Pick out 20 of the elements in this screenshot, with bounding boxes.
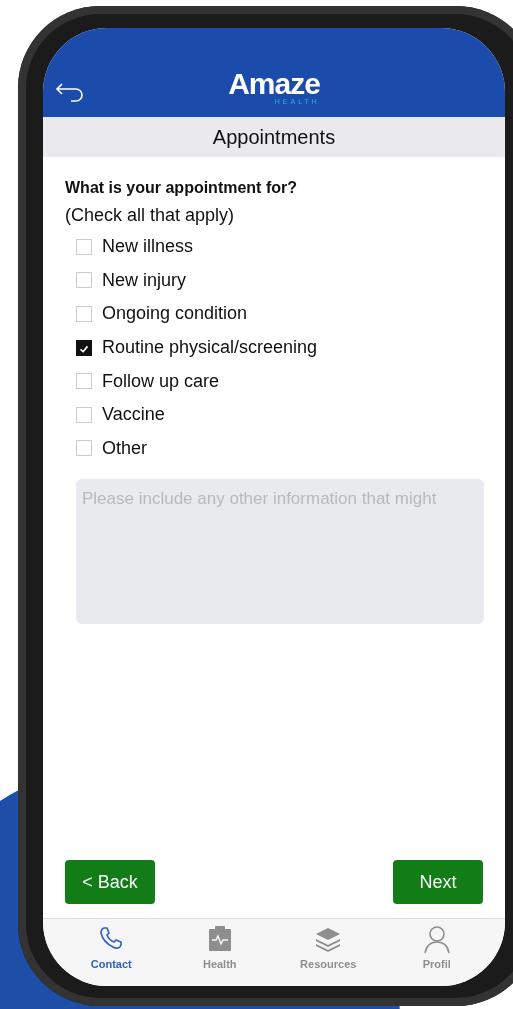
layers-icon xyxy=(314,925,343,953)
option-label: New injury xyxy=(102,269,187,291)
option-label: New illness xyxy=(102,236,194,258)
back-button[interactable]: < Back xyxy=(65,860,155,904)
tab-item[interactable]: Resources xyxy=(274,919,383,986)
option-label: Routine physical/screening xyxy=(102,337,318,359)
option-label: Follow up care xyxy=(102,370,220,392)
hint-label: (Check all that apply) xyxy=(65,205,236,226)
page-title: Appointments xyxy=(212,125,336,149)
option-label: Vaccine xyxy=(102,404,165,426)
back-arrow-icon[interactable] xyxy=(54,80,84,104)
checkbox[interactable] xyxy=(76,339,92,356)
tab-item[interactable]: Contact xyxy=(57,919,166,986)
option-label: Other xyxy=(102,437,148,459)
question-label: What is your appointment for? xyxy=(65,179,298,197)
person-icon xyxy=(422,925,451,953)
tab-item[interactable]: Profil xyxy=(382,919,491,986)
next-button[interactable]: Next xyxy=(393,860,483,904)
tab-item[interactable]: Health xyxy=(165,919,274,986)
option-label: Ongoing condition xyxy=(102,303,248,325)
